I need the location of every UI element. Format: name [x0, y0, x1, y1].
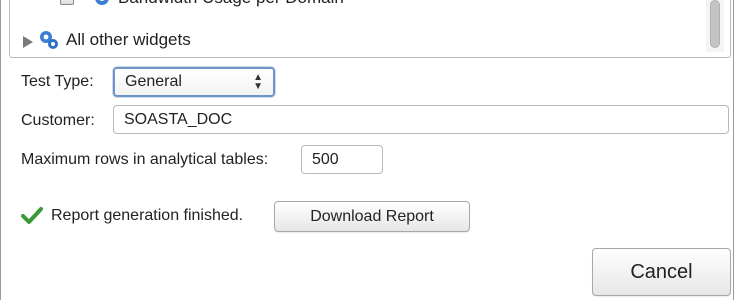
widget-tree-item[interactable]: Bandwidth Usage per Domain	[60, 0, 344, 8]
test-type-select[interactable]: General ▲ ▼	[113, 67, 275, 97]
customer-input[interactable]	[113, 105, 729, 134]
gear-icon	[95, 0, 109, 5]
cancel-button[interactable]: Cancel	[592, 248, 731, 296]
download-report-button[interactable]: Download Report	[274, 201, 470, 232]
select-arrows-icon: ▲ ▼	[253, 72, 263, 92]
test-type-value: General	[125, 73, 182, 90]
max-rows-input[interactable]	[301, 145, 383, 174]
customer-label: Customer:	[21, 112, 95, 129]
widget-tree-group[interactable]: All other widgets	[22, 29, 191, 51]
report-dialog: Bandwidth Usage per Domain All other wid…	[0, 0, 734, 300]
scrollbar-thumb[interactable]	[710, 0, 720, 48]
test-type-label: Test Type:	[21, 73, 94, 90]
max-rows-label: Maximum rows in analytical tables:	[21, 151, 269, 168]
widget-label: Bandwidth Usage per Domain	[118, 0, 344, 8]
widget-group-label: All other widgets	[66, 30, 191, 49]
widget-checkbox[interactable]	[60, 0, 74, 5]
checkmark-icon	[21, 207, 43, 224]
widget-tree-panel: Bandwidth Usage per Domain All other wid…	[9, 0, 731, 58]
gear-icon	[40, 31, 58, 49]
expand-arrow-icon[interactable]	[22, 35, 34, 49]
status-message: Report generation finished.	[51, 207, 244, 224]
